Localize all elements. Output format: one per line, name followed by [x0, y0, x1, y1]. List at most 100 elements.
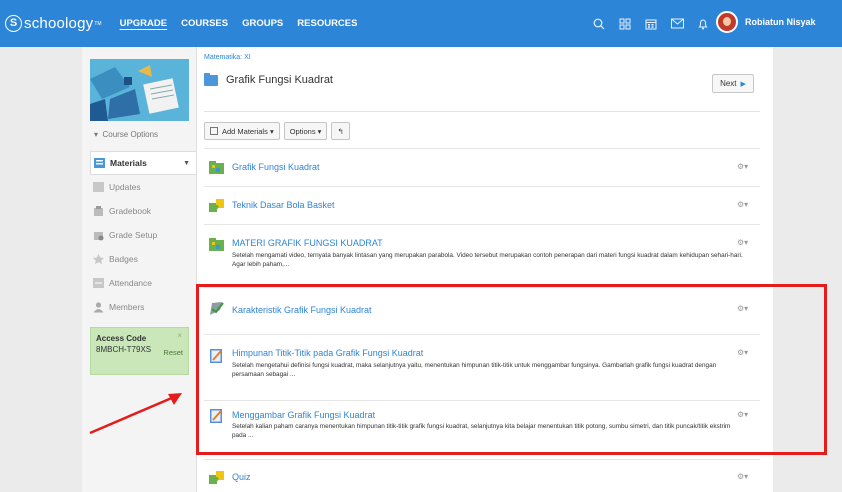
gear-icon[interactable]: ⚙▾: [737, 304, 748, 313]
material-title[interactable]: Karakteristik Grafik Fungsi Kuadrat: [232, 305, 372, 315]
avatar: [716, 11, 738, 33]
sidebar-item-label: Gradebook: [109, 206, 152, 216]
material-description: Setelah mengetahui definisi fungsi kuadr…: [232, 362, 717, 378]
add-materials-label: Add Materials: [222, 126, 268, 136]
sidebar-item-label: Materials: [110, 158, 147, 168]
materials-toolbar: Add Materials ▾ Options ▾ ↰: [204, 122, 354, 140]
attendance-icon: [92, 277, 105, 289]
nav-icons: [586, 0, 716, 47]
add-materials-button[interactable]: Add Materials ▾: [204, 122, 280, 140]
chevron-down-icon: ▼: [183, 159, 190, 167]
back-button[interactable]: ↰: [331, 122, 350, 140]
puzzle-icon: [208, 469, 225, 486]
options-label: Options: [289, 126, 316, 136]
material-row-karakteristik[interactable]: Karakteristik Grafik Fungsi Kuadrat ⚙▾: [204, 287, 760, 334]
gear-icon[interactable]: ⚙▾: [737, 162, 748, 171]
nav-resources-link[interactable]: RESOURCES: [297, 18, 357, 29]
sidebar-item-materials[interactable]: Materials ▼: [90, 151, 197, 175]
material-description: Setelah kalian paham caranya menentukan …: [232, 423, 731, 439]
course-menu: Materials ▼ Updates Gradebook Grade Setu…: [90, 151, 197, 319]
schoology-logo[interactable]: S schoology TM: [5, 15, 102, 32]
sidebar-item-label: Members: [109, 302, 145, 312]
logo-text: schoology: [24, 15, 94, 32]
logo-s-icon: S: [5, 15, 22, 32]
material-title[interactable]: Quiz: [232, 472, 251, 482]
main-content: Matematika: XI Grafik Fungsi Kuadrat Nex…: [197, 47, 773, 492]
updates-icon: [92, 181, 105, 193]
sidebar-item-gradebook[interactable]: Gradebook: [90, 199, 197, 223]
nav-groups-link[interactable]: GROUPS: [242, 18, 283, 29]
breadcrumb[interactable]: Matematika: XI: [204, 54, 251, 61]
folder-green-icon: [208, 236, 225, 253]
play-arrow-icon: ▶: [740, 80, 746, 88]
close-icon[interactable]: ×: [177, 331, 182, 340]
material-description: Setelah mengamati video, ternyata banyak…: [232, 252, 743, 268]
materials-icon: [93, 157, 106, 169]
right-gutter: [773, 47, 842, 492]
sidebar-item-updates[interactable]: Updates: [90, 175, 197, 199]
sidebar-item-label: Grade Setup: [109, 230, 158, 240]
material-title[interactable]: Menggambar Grafik Fungsi Kuadrat: [232, 410, 375, 420]
next-button[interactable]: Next ▶: [712, 74, 754, 93]
material-title[interactable]: Teknik Dasar Bola Basket: [232, 200, 335, 210]
add-materials-icon: [210, 127, 218, 135]
chevron-down-icon: ▾: [317, 126, 322, 136]
sidebar-item-badges[interactable]: Badges: [90, 247, 197, 271]
material-row-teknik-dasar-bola-basket[interactable]: Teknik Dasar Bola Basket ⚙▾: [204, 186, 760, 224]
chevron-down-icon: ▾: [269, 126, 274, 136]
gear-icon[interactable]: ⚙▾: [737, 472, 748, 481]
user-menu[interactable]: Robiatun Nisyak: [716, 11, 816, 33]
discussion-icon: [208, 300, 225, 317]
next-button-label: Next: [720, 79, 737, 88]
sidebar-item-grade-setup[interactable]: Grade Setup: [90, 223, 197, 247]
material-title[interactable]: MATERI GRAFIK FUNGSI KUADRAT: [232, 238, 383, 248]
material-title[interactable]: Himpunan Titik-Titik pada Grafik Fungsi …: [232, 348, 423, 358]
left-gutter: [0, 47, 82, 492]
members-icon: [92, 301, 105, 313]
material-row-materi-grafik[interactable]: MATERI GRAFIK FUNGSI KUADRAT Setelah men…: [204, 224, 760, 279]
material-row-grafik-fungsi-kuadrat[interactable]: Grafik Fungsi Kuadrat ⚙▾: [204, 148, 760, 186]
puzzle-icon: [208, 197, 225, 214]
options-button[interactable]: Options ▾: [283, 122, 328, 140]
divider: [204, 111, 760, 112]
page-title: Grafik Fungsi Kuadrat: [226, 74, 333, 86]
folder-green-icon: [208, 159, 225, 176]
course-options-label: Course Options: [102, 130, 159, 139]
sidebar-item-label: Updates: [109, 182, 141, 192]
gear-icon[interactable]: ⚙▾: [737, 348, 748, 357]
grade-setup-icon: [92, 229, 105, 241]
material-row-menggambar-grafik[interactable]: Menggambar Grafik Fungsi Kuadrat Setelah…: [204, 400, 760, 455]
calendar-icon[interactable]: [638, 18, 664, 30]
gear-icon[interactable]: ⚙▾: [737, 238, 748, 247]
course-options-toggle[interactable]: ▾ Course Options: [94, 130, 158, 139]
sidebar-item-label: Badges: [109, 254, 138, 264]
assignment-icon: [208, 347, 225, 364]
sidebar-item-members[interactable]: Members: [90, 295, 197, 319]
top-navigation-bar: S schoology TM UPGRADE COURSES GROUPS RE…: [0, 0, 842, 47]
access-code-title: Access Code: [96, 334, 147, 343]
gear-icon[interactable]: ⚙▾: [737, 200, 748, 209]
page-header: Grafik Fungsi Kuadrat: [204, 72, 333, 86]
material-row-quiz[interactable]: Quiz ⚙▾: [204, 459, 760, 492]
sidebar-item-label: Attendance: [109, 278, 153, 288]
nav-upgrade-link[interactable]: UPGRADE: [120, 18, 168, 29]
gear-icon[interactable]: ⚙▾: [737, 410, 748, 419]
badges-icon: [92, 253, 105, 265]
mail-icon[interactable]: [664, 18, 690, 29]
notifications-bell-icon[interactable]: [690, 18, 716, 30]
apps-grid-icon[interactable]: [612, 18, 638, 30]
course-options-caret-icon: ▾: [94, 130, 99, 139]
user-name: Robiatun Nisyak: [745, 17, 816, 27]
back-arrow-icon: ↰: [337, 126, 344, 136]
assignment-icon: [208, 407, 225, 424]
material-title[interactable]: Grafik Fungsi Kuadrat: [232, 162, 320, 172]
red-arrow-annotation: [89, 393, 182, 435]
sidebar-item-attendance[interactable]: Attendance: [90, 271, 197, 295]
material-row-himpunan-titik[interactable]: Himpunan Titik-Titik pada Grafik Fungsi …: [204, 334, 760, 400]
gradebook-icon: [92, 205, 105, 217]
nav-courses-link[interactable]: COURSES: [181, 18, 228, 29]
reset-code-link[interactable]: Reset: [163, 348, 183, 357]
search-icon[interactable]: [586, 18, 612, 30]
folder-icon: [204, 72, 218, 86]
trademark-mark: TM: [94, 20, 102, 27]
